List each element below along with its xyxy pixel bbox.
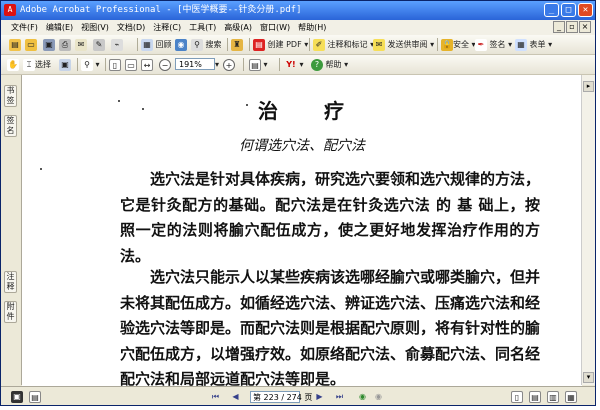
secondary-toolbar: ✋ ⌶ 选择 ▣ ⚲ ▾ ▯ ▭ ↔ − 191% ▾ + ▤ ▾ Y! ▾ ? … (1, 55, 595, 75)
doc-restore-button[interactable]: ▫ (566, 21, 578, 33)
sidebar-tab-signatures[interactable]: 签名 (4, 115, 17, 137)
create-icon[interactable]: ▤ (9, 38, 21, 51)
fit-page-icon[interactable]: ▭ (125, 58, 137, 71)
options-icon[interactable]: ▤ (29, 390, 41, 403)
globe-icon[interactable]: ◉ (175, 38, 187, 51)
form-icon: ▦ (515, 38, 527, 51)
snapshot-icon[interactable]: ▣ (59, 58, 71, 71)
attach-icon[interactable]: ⌁ (111, 38, 123, 51)
create-pdf-button[interactable]: ▤ 创建 PDF ▾ (253, 38, 308, 51)
forms-button[interactable]: ▦ 表单 ▾ (515, 38, 552, 51)
email-icon[interactable]: ✉ (75, 38, 87, 51)
scroll-down-arrow[interactable]: ▾ (583, 372, 594, 383)
open-folder-icon[interactable]: ▭ (25, 38, 37, 51)
paragraph-2: 选穴法只能示人以某些疾病该选哪经腧穴或哪类腧穴，但并未将其配伍成方。如循经选穴法… (120, 268, 541, 387)
secure-button[interactable]: 🔒安全 ▾ (441, 38, 476, 51)
menu-edit[interactable]: 编辑(E) (42, 20, 77, 35)
facing-icon[interactable]: ▥ (547, 390, 559, 403)
doc-minimize-button[interactable]: _ (553, 21, 565, 33)
cursor-icon: ⌶ (23, 58, 35, 71)
send-review-icon: ✉ (373, 38, 385, 51)
single-page-icon[interactable]: ▯ (511, 390, 523, 403)
pdf-icon: ▤ (253, 38, 265, 51)
menu-file[interactable]: 文件(F) (7, 20, 42, 35)
hand-tool-icon[interactable]: ✋ (7, 58, 19, 71)
actual-size-icon[interactable]: ▯ (109, 58, 121, 71)
menu-bar: 文件(F) 编辑(E) 视图(V) 文档(D) 注释(C) 工具(T) 高级(A) 窗口(W)… (1, 20, 595, 35)
comment-markup-button[interactable]: ✐ 注释和标记 ▾ (313, 38, 374, 51)
zoom-out-icon[interactable]: − (159, 58, 171, 71)
search-button[interactable]: ⚲ 搜索 (191, 38, 222, 51)
maximize-button[interactable]: □ (561, 3, 576, 17)
comment-icon: ✐ (313, 38, 325, 51)
scan-speck (118, 100, 120, 102)
go-forward-button[interactable]: ◉ (373, 391, 384, 402)
zoom-in-icon[interactable]: + (223, 58, 235, 71)
continuous-icon[interactable]: ▤ (529, 390, 541, 403)
menu-view[interactable]: 视图(V) (77, 20, 113, 35)
acrobat-window: A Adobe Acrobat Professional - [中医学概要--针… (0, 0, 596, 406)
sign-button[interactable]: ✒ 签名 ▾ (475, 38, 512, 51)
sidebar-tab-comments[interactable]: 注释 (4, 271, 17, 293)
menu-advanced[interactable]: 高级(A) (220, 20, 256, 35)
close-button[interactable]: ✕ (578, 3, 593, 17)
status-bar: ▣ ▤ ⏮ ◀ 第 223 / 274 页 ▶ ⏭ ◉ ◉ ▯ ▤ ▥ ▦ (1, 386, 595, 405)
scan-speck (142, 108, 144, 110)
section-subtitle: 何谓选穴法、配穴法 (239, 138, 365, 154)
edit-icon[interactable]: ✎ (93, 38, 105, 51)
save-icon[interactable]: ▣ (43, 38, 55, 51)
sidebar-tab-bookmarks[interactable]: 书签 (4, 85, 17, 107)
vertical-scrollbar[interactable]: ▸ ▾ (581, 75, 595, 385)
pen-icon: ✒ (475, 38, 487, 51)
stamp-icon[interactable]: ♜ (231, 38, 243, 51)
zoom-level-field[interactable]: 191% (175, 58, 215, 70)
menu-help[interactable]: 帮助(H) (294, 20, 330, 35)
minimize-button[interactable]: _ (544, 3, 559, 17)
yahoo-icon[interactable]: Y! ▾ (285, 58, 303, 71)
search-icon: ⚲ (191, 38, 203, 51)
menu-tools[interactable]: 工具(T) (185, 20, 220, 35)
menu-document[interactable]: 文档(D) (113, 20, 149, 35)
page-heading: 治 疗 (258, 99, 346, 123)
menu-comments[interactable]: 注释(C) (149, 20, 185, 35)
go-back-button[interactable]: ◉ (357, 391, 368, 402)
send-review-button[interactable]: ✉ 发送供审阅 ▾ (373, 38, 434, 51)
main-toolbar: ▤ ▭ ▣ ⎙ ✉ ✎ ⌁ ▦ 回顾 ◉ ⚲ 搜索 ♜ ▤ 创建 PDF ▾ ✐… (1, 35, 595, 55)
help-icon: ? (311, 58, 323, 71)
acrobat-icon[interactable]: A (4, 4, 16, 16)
scan-speck (40, 168, 42, 170)
zoom-dropdown-icon[interactable]: ▾ (215, 58, 219, 71)
page-layout-icon[interactable]: ▤ ▾ (249, 58, 268, 71)
document-view: 治 疗 何谓选穴法、配穴法 选穴法是针对具体疾病，研究选穴要领和选穴规律的方法，… (22, 75, 582, 387)
doc-close-button[interactable]: × (579, 21, 591, 33)
scan-speck (246, 104, 248, 106)
print-icon[interactable]: ⎙ (59, 38, 71, 51)
organizer-button[interactable]: ▦ 回顾 (141, 38, 172, 51)
help-button[interactable]: ? 帮助 ▾ (311, 58, 348, 71)
page-indicator[interactable]: 第 223 / 274 页 (250, 391, 312, 403)
paragraph-1: 选穴法是针对具体疾病，研究选穴要领和选穴规律的方法，它是针灸配方的基础。配穴法是… (120, 170, 541, 265)
scroll-up-arrow[interactable]: ▸ (583, 81, 594, 92)
first-page-button[interactable]: ⏮ (210, 391, 221, 402)
window-title: Adobe Acrobat Professional - [中医学概要--针灸分… (20, 5, 302, 15)
navigation-pane: 书签 签名 注释 附件 (1, 75, 22, 385)
continuous-facing-icon[interactable]: ▦ (565, 390, 577, 403)
title-bar: A Adobe Acrobat Professional - [中医学概要--针… (1, 1, 595, 20)
zoom-tool-icon[interactable]: ⚲ ▾ (81, 58, 100, 71)
organizer-icon: ▦ (141, 38, 153, 51)
next-page-button[interactable]: ▶ (314, 391, 325, 402)
select-tool-button[interactable]: ⌶ 选择 (23, 58, 51, 71)
previous-page-button[interactable]: ◀ (230, 391, 241, 402)
menu-window[interactable]: 窗口(W) (256, 20, 294, 35)
lock-icon: 🔒 (441, 38, 453, 51)
fit-width-icon[interactable]: ↔ (141, 58, 153, 71)
sidebar-tab-attachments[interactable]: 附件 (4, 301, 17, 323)
last-page-button[interactable]: ⏭ (334, 391, 345, 402)
page-size-icon[interactable]: ▣ (11, 390, 23, 403)
